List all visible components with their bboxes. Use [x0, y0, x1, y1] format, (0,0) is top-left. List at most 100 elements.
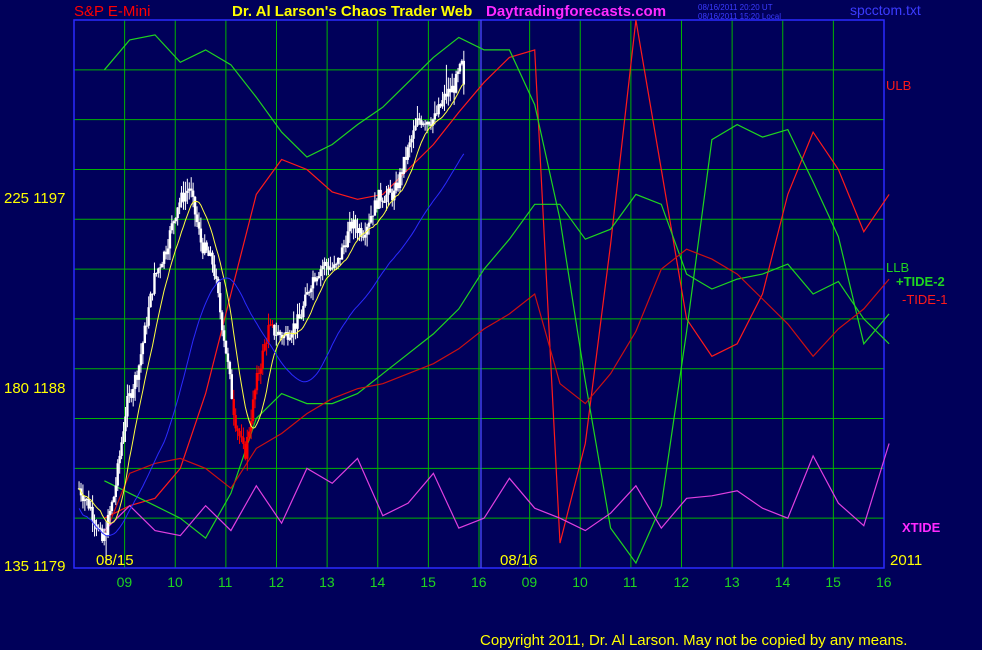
y-tick-label: 180 1188	[4, 380, 65, 397]
price-bar-body	[228, 361, 232, 375]
price-bar-body	[126, 395, 129, 417]
price-bar-body	[166, 248, 170, 255]
x-tick-label: 10	[572, 574, 588, 590]
price-bar-body	[143, 325, 146, 343]
price-bar-body	[379, 189, 382, 201]
price-bar-body	[112, 497, 116, 503]
price-bar-body	[193, 196, 197, 215]
price-bar-body	[230, 374, 234, 399]
copyright-footer: Copyright 2011, Dr. Al Larson. May not b…	[480, 632, 907, 649]
timestamp-ut: 08/16/2011 20:20 UT	[698, 3, 773, 12]
price-bar-body	[211, 252, 214, 265]
price-bar-body	[236, 428, 239, 431]
price-bar-body	[462, 60, 466, 85]
price-bar-body	[367, 222, 371, 227]
price-bar-body	[186, 190, 189, 194]
price-bar-body	[118, 455, 121, 464]
xtide-label: XTIDE	[902, 520, 941, 535]
x-tick-label: 10	[167, 574, 183, 590]
price-bar-body	[238, 430, 241, 437]
price-bar-body	[190, 188, 193, 191]
price-bar-body	[145, 325, 148, 327]
price-bar-body	[412, 130, 415, 139]
price-bar-body	[240, 436, 243, 438]
price-bar-body	[176, 207, 179, 219]
price-bar-body	[317, 276, 321, 279]
price-bar-body	[441, 100, 444, 107]
price-bar-body	[222, 330, 226, 341]
x-tick-label: 16	[471, 574, 487, 590]
llb-label: LLB	[886, 260, 909, 275]
price-bar-body	[427, 122, 431, 125]
price-bar-body	[261, 350, 264, 369]
price-bar-body	[410, 138, 413, 143]
price-bar-body	[371, 215, 375, 217]
timestamp-local: 08/16/2011 15:20 Local	[698, 12, 781, 21]
x-tick-label: 16	[876, 574, 892, 590]
price-bar-body	[456, 71, 460, 74]
x-tick-label: 13	[724, 574, 740, 590]
price-bar-body	[157, 268, 160, 274]
price-bar-body	[205, 242, 208, 251]
price-bar-body	[116, 463, 119, 486]
price-bar-body	[246, 436, 249, 459]
price-bar-body	[242, 437, 245, 444]
price-bar-body	[149, 293, 152, 308]
price-bar-body	[267, 325, 270, 343]
price-bar-body	[124, 416, 127, 432]
price-bar-body	[91, 506, 94, 520]
date-label-0816: 08/16	[500, 552, 538, 569]
price-bar-body	[346, 231, 350, 248]
price-bar-body	[110, 502, 114, 512]
tide2-label: +TIDE-2	[896, 274, 945, 289]
x-tick-label: 12	[674, 574, 690, 590]
price-bar-body	[232, 398, 235, 416]
price-bar-body	[197, 222, 201, 229]
price-bar-body	[383, 201, 386, 203]
price-bar-body	[195, 214, 199, 223]
x-tick-label: 11	[623, 574, 638, 590]
price-bar-body	[340, 247, 344, 260]
price-bar-body	[273, 324, 276, 336]
price-bar-body	[300, 317, 303, 319]
x-tick-label: 15	[420, 574, 436, 590]
price-bar-body	[168, 230, 172, 249]
price-bar-body	[106, 514, 110, 536]
price-bar-body	[234, 415, 237, 429]
symbol-title: S&P E-Mini	[74, 3, 150, 20]
price-bar-body	[408, 142, 411, 148]
x-tick-label: 15	[825, 574, 841, 590]
price-bar-body	[147, 307, 150, 326]
price-bar-body	[108, 511, 112, 515]
price-bar-body	[141, 342, 145, 355]
price-bar-body	[263, 344, 266, 351]
price-bar-body	[259, 368, 263, 374]
y-tick-label: 135 1179	[4, 558, 65, 575]
price-bar-body	[309, 288, 313, 293]
price-bar-body	[122, 431, 125, 443]
price-bar-body	[304, 294, 307, 306]
price-bar-body	[307, 292, 311, 294]
date-label-0815: 08/15	[96, 552, 134, 569]
price-bar-body	[219, 293, 222, 313]
price-bar-body	[114, 485, 117, 498]
price-bar-body	[389, 188, 392, 193]
x-tick-label: 14	[775, 574, 791, 590]
price-bar-body	[354, 219, 357, 229]
price-bar-body	[335, 263, 338, 265]
site-name: Daytradingforecasts.com	[486, 3, 666, 20]
price-bar-body	[369, 215, 373, 223]
x-tick-label: 13	[319, 574, 335, 590]
y-tick-label: 225 1197	[4, 190, 65, 207]
x-tick-label: 09	[522, 574, 538, 590]
price-bar-body	[224, 340, 228, 354]
price-bar-body	[178, 202, 181, 208]
price-bar-body	[174, 218, 177, 222]
price-bar-body	[458, 63, 462, 72]
price-bar-body	[184, 193, 187, 202]
price-bar-body	[139, 354, 143, 366]
price-bar-body	[120, 442, 123, 456]
price-bar-body	[213, 264, 216, 276]
price-bar-body	[170, 223, 174, 231]
source-filename: spcctom.txt	[850, 2, 921, 18]
